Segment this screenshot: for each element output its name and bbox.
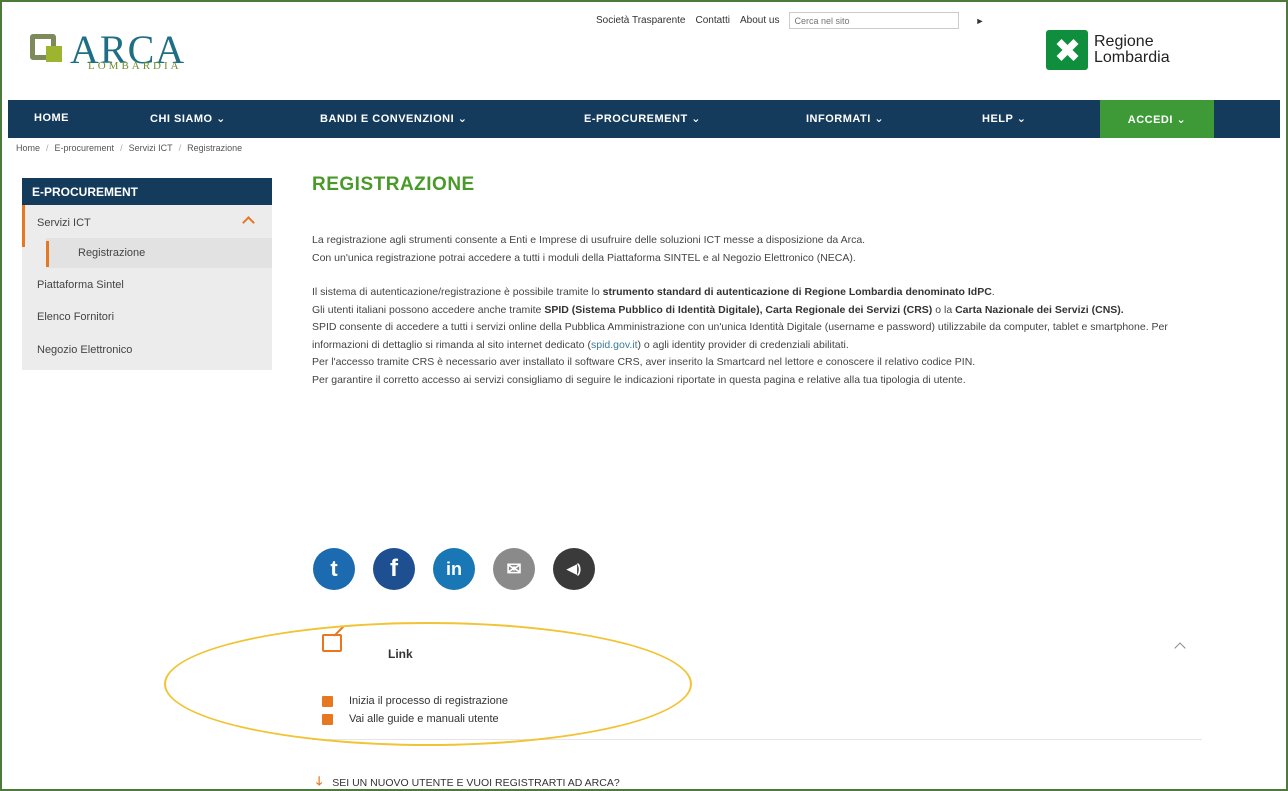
nav-informati[interactable]: INFORMATI ⌄: [806, 112, 884, 125]
crumb-e-procurement[interactable]: E-procurement: [55, 143, 115, 153]
body-paragraph: Per l'accesso tramite CRS è necessario a…: [312, 356, 976, 368]
facebook-icon[interactable]: f: [373, 548, 415, 590]
regione-lombardia-logo[interactable]: Regione Lombardia: [1046, 30, 1170, 70]
twitter-icon[interactable]: t: [313, 548, 355, 590]
body-paragraph: La registrazione agli strumenti consente…: [312, 234, 866, 246]
arrow-down-icon: 🡓: [316, 774, 323, 788]
nav-home[interactable]: HOME: [34, 112, 69, 124]
new-user-accordion[interactable]: 🡓 SEI UN NUOVO UTENTE E VUOI REGISTRARTI…: [316, 772, 620, 791]
sidebar-active-bar: [22, 205, 25, 247]
sidebar-item-elenco-fornitori[interactable]: Elenco Fornitori: [37, 311, 114, 323]
chevron-up-icon[interactable]: [242, 216, 255, 229]
main-nav: HOME CHI SIAMO ⌄ BANDI E CONVENZIONI ⌄ E…: [8, 100, 1280, 138]
logo-square-accent: [46, 46, 62, 62]
search-input[interactable]: [789, 12, 960, 29]
highlight-oval: [164, 622, 692, 746]
linkedin-icon[interactable]: in: [433, 548, 475, 590]
nav-help[interactable]: HELP ⌄: [982, 112, 1026, 125]
crumb-separator: /: [46, 143, 49, 153]
body-paragraph: Gli utenti italiani possono accedere anc…: [312, 303, 1124, 316]
crumb-separator: /: [120, 143, 123, 153]
spid-link[interactable]: spid.gov.it: [591, 339, 638, 351]
logo-sub: LOMBARDIA: [88, 60, 182, 72]
util-societa-trasparente[interactable]: Società Trasparente: [596, 15, 686, 26]
body-paragraph: Con un'unica registrazione potrai accede…: [312, 251, 856, 264]
sidebar-item-negozio-elettronico[interactable]: Negozio Elettronico: [37, 344, 132, 356]
sidebar-item-servizi-ict[interactable]: Servizi ICT: [37, 217, 91, 229]
regione-cross-icon: [1046, 30, 1088, 70]
nav-accedi-button[interactable]: ACCEDI ⌄: [1100, 100, 1214, 138]
crumb-servizi-ict[interactable]: Servizi ICT: [129, 143, 173, 153]
nav-e-procurement[interactable]: E-PROCUREMENT ⌄: [584, 112, 701, 125]
util-contatti[interactable]: Contatti: [696, 15, 730, 26]
audio-icon[interactable]: ◀): [553, 548, 595, 590]
page-body: La registrazione agli strumenti consente…: [312, 232, 1202, 389]
arca-logo[interactable]: ARCA LOMBARDIA: [28, 26, 208, 76]
sidebar: E-PROCUREMENT Servizi ICT Registrazione …: [22, 178, 272, 370]
crumb-separator: /: [178, 143, 182, 153]
util-about-us[interactable]: About us: [740, 15, 779, 26]
nav-bandi-convenzioni[interactable]: BANDI E CONVENZIONI ⌄: [320, 112, 467, 125]
crumb-home[interactable]: Home: [16, 143, 40, 153]
sidebar-subitem-bar: [46, 241, 49, 267]
utility-links: Società Trasparente Contatti About us ►: [596, 12, 984, 29]
sidebar-item-piattaforma-sintel[interactable]: Piattaforma Sintel: [37, 279, 124, 291]
breadcrumb: Home / E-procurement / Servizi ICT / Reg…: [16, 143, 242, 153]
body-paragraph: Per garantire il corretto accesso ai ser…: [312, 373, 966, 386]
sidebar-header: E-PROCUREMENT: [22, 178, 272, 205]
crumb-registrazione: Registrazione: [187, 143, 243, 153]
body-paragraph: SPID consente di accedere a tutti i serv…: [312, 321, 1168, 351]
email-icon[interactable]: ✉: [493, 548, 535, 590]
body-paragraph: Il sistema di autenticazione/registrazio…: [312, 286, 995, 298]
search-submit-icon[interactable]: ►: [975, 16, 984, 26]
sidebar-subitem-registrazione[interactable]: Registrazione: [78, 247, 145, 259]
nav-chi-siamo[interactable]: CHI SIAMO ⌄: [150, 112, 226, 125]
page-title: REGISTRAZIONE: [312, 174, 475, 195]
regione-text: Regione Lombardia: [1094, 33, 1170, 66]
